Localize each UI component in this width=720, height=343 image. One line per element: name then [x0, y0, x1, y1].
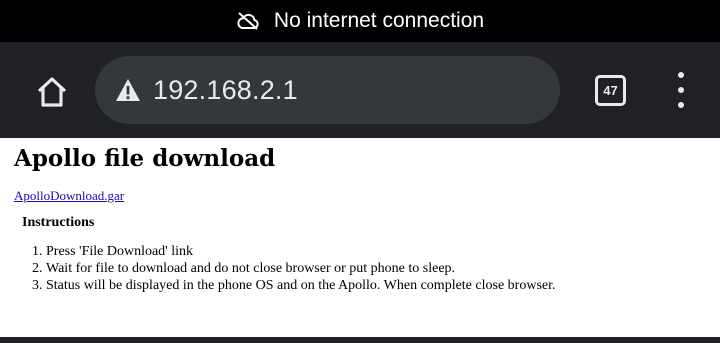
menu-dot	[678, 102, 684, 108]
list-item: Status will be displayed in the phone OS…	[46, 277, 606, 294]
home-icon	[37, 77, 67, 107]
file-download-link[interactable]: ApolloDownload.gar	[14, 188, 124, 204]
page-content: Apollo file download ApolloDownload.gar …	[0, 138, 720, 337]
status-bar: No internet connection	[0, 0, 720, 42]
menu-dot	[678, 87, 684, 93]
list-item: Wait for file to download and do not clo…	[46, 260, 606, 277]
warning-icon[interactable]	[115, 78, 141, 102]
status-text: No internet connection	[273, 9, 485, 32]
url-text[interactable]: 192.168.2.1	[153, 75, 298, 106]
cloud-off-icon	[237, 12, 259, 30]
browser-toolbar: 192.168.2.1 47	[0, 42, 720, 138]
tab-count: 47	[603, 83, 618, 98]
instructions-list: Press 'File Download' link Wait for file…	[24, 243, 606, 294]
bottom-bar	[0, 337, 720, 343]
list-item: Press 'File Download' link	[46, 243, 606, 260]
menu-dot	[678, 72, 684, 78]
instructions-heading: Instructions	[22, 215, 95, 230]
address-bar[interactable]: 192.168.2.1	[95, 56, 560, 124]
page-title: Apollo file download	[14, 145, 276, 172]
home-button[interactable]	[34, 74, 70, 110]
tab-switcher-button[interactable]: 47	[595, 75, 626, 106]
more-vert-icon[interactable]	[668, 72, 694, 108]
